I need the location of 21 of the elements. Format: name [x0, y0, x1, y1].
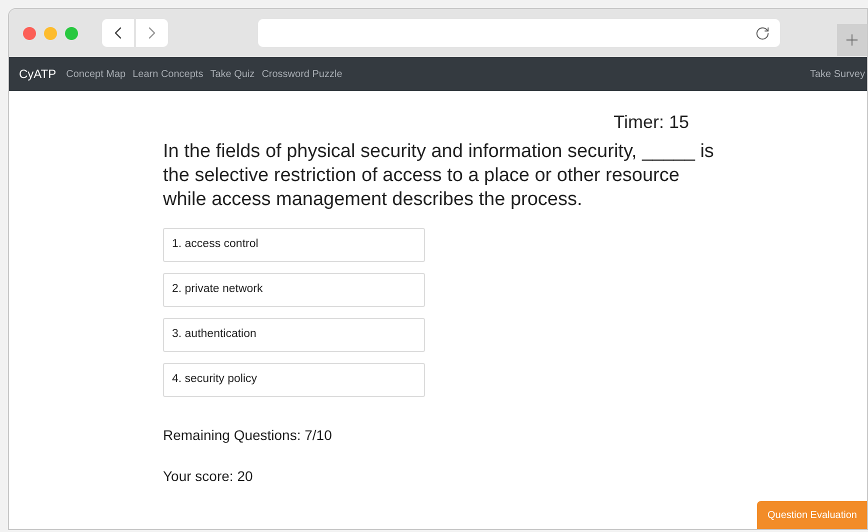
back-button[interactable] — [102, 19, 134, 47]
maximize-window-icon[interactable] — [65, 26, 78, 40]
forward-button[interactable] — [136, 19, 168, 47]
close-window-icon[interactable] — [23, 26, 36, 40]
answer-option[interactable]: 3. authentication — [163, 318, 425, 352]
new-tab-button[interactable] — [837, 24, 867, 56]
reload-icon[interactable] — [755, 26, 770, 40]
nav-link[interactable]: Take Quiz — [210, 66, 255, 82]
nav-link[interactable]: Take Survey — [810, 66, 865, 82]
answer-option[interactable]: 4. security policy — [163, 363, 425, 397]
nav-link[interactable]: Concept Map — [66, 66, 126, 82]
nav-link[interactable]: Crossword Puzzle — [262, 66, 342, 82]
timer-text: Timer: 15 — [614, 111, 689, 134]
question-text: In the fields of physical security and information security, _____ is the selective restriction of access to a place or other resource while access management describes the process. — [163, 140, 715, 212]
nav-link[interactable]: Learn Concepts — [132, 66, 204, 82]
score-text: Your score: 20 — [163, 467, 254, 486]
remaining-questions-text: Remaining Questions: 7/10 — [163, 426, 333, 445]
answer-option[interactable]: 1. access control — [163, 228, 425, 262]
minimize-window-icon[interactable] — [44, 26, 57, 40]
answer-option[interactable]: 2. private network — [163, 273, 425, 307]
brand-link[interactable]: CyATP — [19, 65, 56, 83]
